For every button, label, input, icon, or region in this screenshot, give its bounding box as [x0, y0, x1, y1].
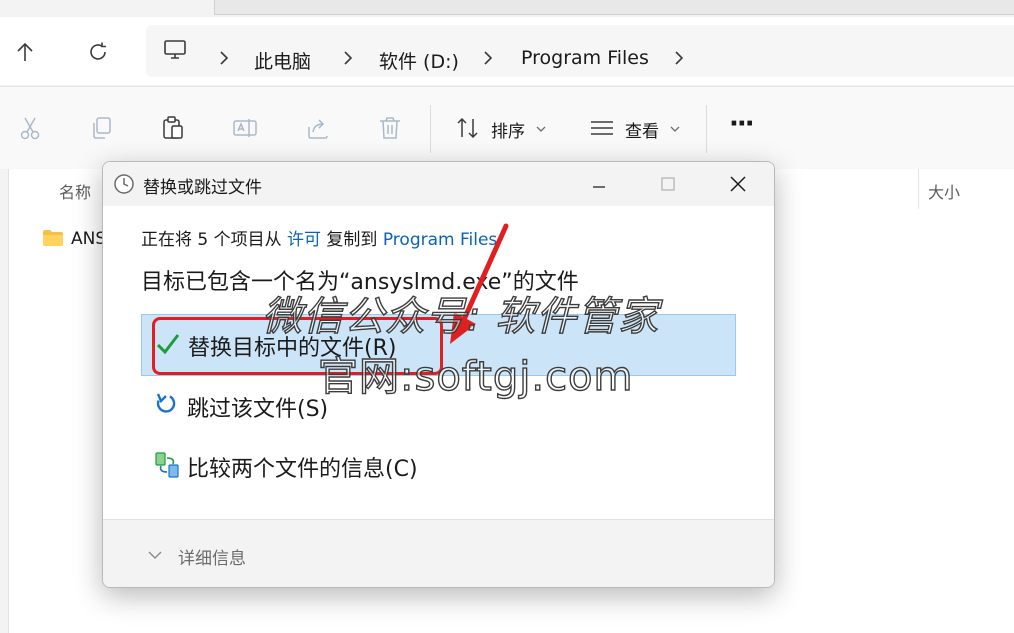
navigation-bar: 此电脑 软件 (D:) Program Files	[0, 17, 1014, 85]
toolbar-divider	[706, 105, 707, 153]
more-details-toggle[interactable]: 详细信息	[143, 540, 263, 569]
copy-text-middle: 复制到	[321, 230, 383, 250]
breadcrumb-this-pc[interactable]: 此电脑	[254, 47, 311, 74]
maximize-button	[653, 170, 683, 198]
more-details-label: 详细信息	[178, 549, 246, 569]
compare-files-option[interactable]: 比较两个文件的信息(C)	[141, 436, 734, 496]
column-separator	[918, 169, 919, 209]
dialog-footer: 详细信息	[103, 519, 774, 587]
rename-icon[interactable]	[232, 115, 258, 141]
chevron-down-icon	[148, 551, 162, 559]
view-label[interactable]: 查看	[625, 117, 659, 142]
chevron-down-icon	[536, 126, 546, 132]
dialog-title: 替换或跳过文件	[143, 178, 262, 198]
column-header-name[interactable]: 名称	[59, 179, 91, 203]
chevron-right-icon	[220, 51, 229, 65]
toolbar-divider	[430, 105, 431, 153]
close-button[interactable]	[723, 170, 753, 198]
more-options-button[interactable]: ···	[729, 109, 755, 139]
breadcrumb-drive-d[interactable]: 软件 (D:)	[379, 47, 459, 74]
watermark-wechat: 微信公众号: 软件管家	[261, 293, 660, 340]
folder-name: ANS	[71, 229, 107, 249]
arrow-up-icon	[17, 42, 33, 61]
skip-option-label: 跳过该文件(S)	[187, 397, 329, 422]
address-bar[interactable]: 此电脑 软件 (D:) Program Files	[146, 25, 1014, 77]
view-icon[interactable]	[589, 115, 615, 141]
computer-icon	[164, 40, 186, 59]
copy-text-prefix: 正在将 5 个项目从	[141, 230, 288, 250]
refresh-icon	[90, 42, 106, 60]
compare-icon	[155, 452, 179, 478]
sort-icon[interactable]	[455, 115, 481, 141]
copy-icon[interactable]	[89, 115, 115, 141]
source-folder-link[interactable]: 许可	[287, 230, 321, 250]
clock-icon	[114, 174, 134, 194]
chevron-right-icon[interactable]	[673, 49, 685, 67]
folder-icon	[43, 230, 63, 246]
sort-label[interactable]: 排序	[491, 117, 525, 142]
refresh-button[interactable]	[83, 37, 113, 67]
watermark-website: 官网:softgj.com	[317, 353, 634, 400]
compare-option-label: 比较两个文件的信息(C)	[187, 457, 418, 482]
breadcrumb-program-files[interactable]: Program Files	[521, 47, 649, 69]
minimize-icon	[593, 186, 605, 188]
cut-icon[interactable]	[17, 115, 43, 141]
navigation-pane	[0, 169, 9, 633]
tab-strip-fill	[214, 0, 1014, 15]
paste-icon[interactable]	[160, 115, 186, 141]
minimize-button[interactable]	[584, 170, 614, 198]
chevron-right-icon	[344, 51, 353, 65]
column-header-size[interactable]: 大小	[928, 179, 960, 203]
chevron-right-icon	[484, 51, 493, 65]
up-button[interactable]	[10, 37, 40, 67]
close-icon	[730, 176, 746, 192]
command-toolbar: 排序 查看 ···	[0, 86, 1014, 170]
share-icon[interactable]	[305, 115, 331, 141]
maximize-icon	[661, 177, 675, 191]
dialog-titlebar: 替换或跳过文件	[103, 162, 774, 206]
chevron-down-icon	[670, 126, 680, 132]
delete-icon[interactable]	[377, 115, 403, 141]
tab-strip	[0, 0, 1014, 17]
skip-arrow-icon	[156, 393, 176, 413]
